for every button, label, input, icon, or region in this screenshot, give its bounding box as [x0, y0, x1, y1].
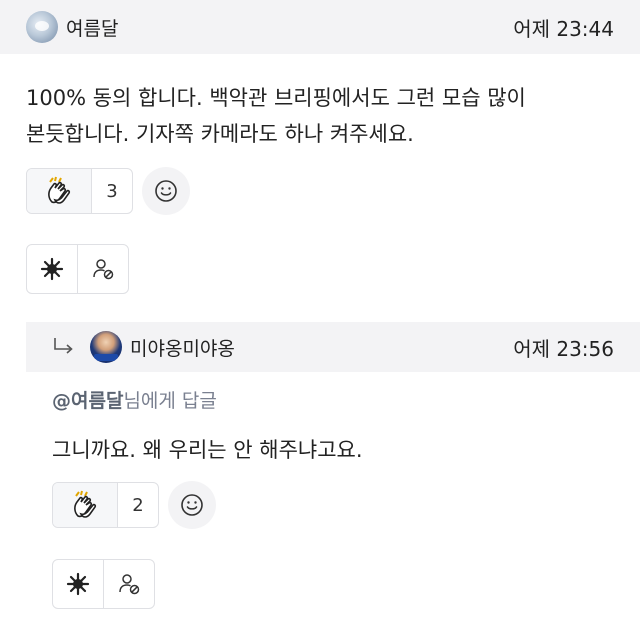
reaction-pill[interactable]: 3 [26, 168, 133, 214]
clap-emoji-icon [53, 483, 118, 527]
comment-text-line-1: 100% 동의 합니다. 백악관 브리핑에서도 그런 모습 많이 [26, 86, 526, 110]
comment-body: 100% 동의 합니다. 백악관 브리핑에서도 그런 모습 많이 본듯합니다. … [26, 80, 626, 152]
reply-arrow-icon [52, 336, 76, 358]
reply-reaction-count: 2 [132, 494, 144, 516]
comment-actions [26, 244, 129, 294]
block-user-icon [93, 259, 114, 280]
reply-username[interactable]: 미야옹미야옹 [130, 334, 235, 361]
add-reaction-button[interactable] [142, 167, 190, 215]
reply-time: 어제 23:56 [513, 336, 614, 361]
reply-add-reaction-button[interactable] [168, 481, 216, 529]
comment-text-line-2: 본듯합니다. 기자쪽 카메라도 하나 켜주세요. [26, 122, 414, 146]
comment-header: 여름달 어제 23:44 [0, 0, 640, 54]
reply-header: 미야옹미야옹 어제 23:56 [26, 322, 640, 372]
clap-emoji-icon [27, 169, 92, 213]
reply-block-user-button[interactable] [103, 560, 154, 608]
comment-username[interactable]: 여름달 [66, 14, 118, 41]
award-button[interactable] [27, 245, 77, 293]
reply-award-button[interactable] [53, 560, 103, 608]
block-user-button[interactable] [77, 245, 128, 293]
reply-body: 그니까요. 왜 우리는 안 해주냐고요. [52, 438, 363, 462]
reply-mention: @여름달님에게 답글 [52, 386, 217, 413]
reaction-count: 3 [106, 180, 118, 202]
smiley-icon [181, 494, 203, 516]
block-user-icon [119, 574, 140, 595]
reply-reaction-pill[interactable]: 2 [52, 482, 159, 528]
award-burst-icon [66, 572, 90, 596]
reply-actions [52, 559, 155, 609]
avatar-badge [94, 354, 118, 361]
user-avatar[interactable] [26, 11, 58, 43]
award-burst-icon [40, 257, 64, 281]
mention-link[interactable]: @여름달 [52, 390, 123, 412]
reply-user-avatar[interactable] [90, 331, 122, 363]
mention-suffix: 님에게 답글 [123, 390, 217, 412]
smiley-icon [155, 180, 177, 202]
comment-time: 어제 23:44 [513, 16, 614, 41]
